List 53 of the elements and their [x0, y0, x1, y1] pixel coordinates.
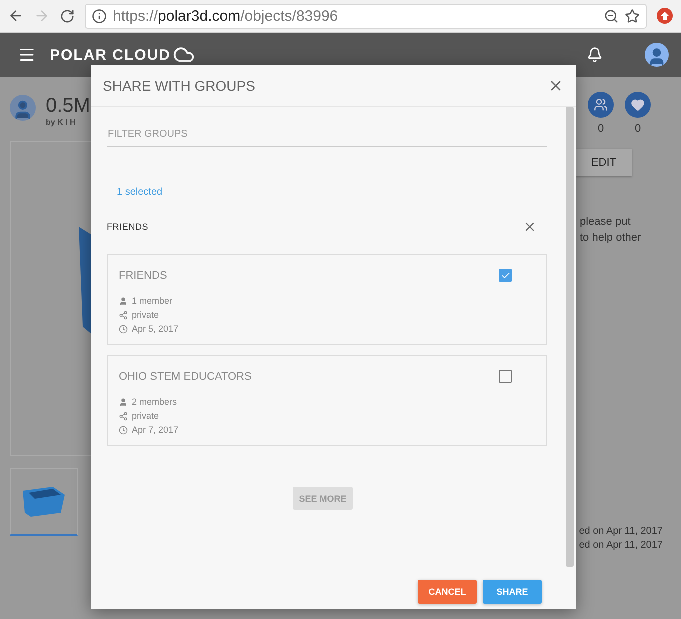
date-text: ed on Apr 11, 2017: [579, 525, 663, 539]
selected-group-label: FRIENDS: [107, 222, 149, 232]
group-meta: 2 members: [132, 397, 178, 407]
star-icon[interactable]: [625, 8, 640, 24]
group-meta: 1 member: [132, 296, 173, 306]
date-text: ed on Apr 11, 2017: [579, 539, 663, 553]
group-meta: Apr 5, 2017: [132, 324, 179, 334]
group-meta: Apr 7, 2017: [132, 425, 179, 435]
back-icon[interactable]: [8, 8, 24, 24]
count-text: 0: [634, 123, 642, 135]
group-card[interactable]: OHIO STEM EDUCATORS 2 members private Apr 7, 2017: [107, 355, 547, 446]
person-icon: [119, 398, 128, 406]
group-meta: private: [132, 411, 160, 421]
model-thumbnail[interactable]: [10, 468, 78, 536]
clock-icon: [119, 426, 128, 434]
zoom-out-icon[interactable]: [604, 8, 619, 24]
group-card[interactable]: FRIENDS 1 member private Apr 5, 2017: [107, 254, 547, 345]
cancel-button[interactable]: CANCEL: [418, 580, 477, 604]
filter-field[interactable]: FILTER GROUPS: [107, 129, 547, 147]
reload-icon[interactable]: [60, 8, 75, 24]
group-name: OHIO STEM EDUCATORS: [119, 370, 252, 382]
share-icon: [119, 310, 128, 320]
account-avatar[interactable]: [645, 43, 669, 67]
url-text: https://polar3d.com/objects/83996: [113, 8, 340, 24]
check-icon: [500, 270, 510, 280]
description-text: please put: [579, 215, 632, 230]
selected-count: 1 selected: [116, 187, 164, 198]
notification-icon[interactable]: [587, 47, 603, 63]
box-icon: [21, 484, 67, 518]
remove-icon[interactable]: [523, 220, 537, 234]
share-icon: [119, 412, 128, 420]
description-text: to help other: [579, 231, 642, 246]
group-checkbox[interactable]: [499, 370, 512, 383]
menu-icon[interactable]: [18, 46, 36, 64]
group-checkbox[interactable]: [499, 269, 512, 282]
dialog-title: SHARE WITH GROUPS: [103, 78, 256, 94]
see-more-button[interactable]: SEE MORE: [293, 487, 353, 510]
author-name: by K I H: [46, 118, 77, 127]
share-button[interactable]: SHARE: [483, 580, 542, 604]
author-avatar: [10, 95, 36, 121]
edit-button[interactable]: EDIT: [576, 149, 632, 176]
person-icon: [119, 296, 128, 306]
address-bar[interactable]: https://polar3d.com/objects/83996: [85, 4, 647, 28]
logo-text[interactable]: POLAR CLOUD: [50, 46, 171, 64]
group-name: FRIENDS: [119, 270, 168, 282]
object-title: 0.5M: [46, 95, 90, 117]
extension-icon[interactable]: [657, 8, 673, 24]
count-text: 0: [598, 123, 604, 135]
group-meta: private: [132, 310, 160, 320]
group-icon[interactable]: [588, 92, 614, 118]
scrollbar[interactable]: [566, 107, 574, 567]
clock-icon: [119, 324, 128, 334]
info-icon: [92, 8, 107, 24]
